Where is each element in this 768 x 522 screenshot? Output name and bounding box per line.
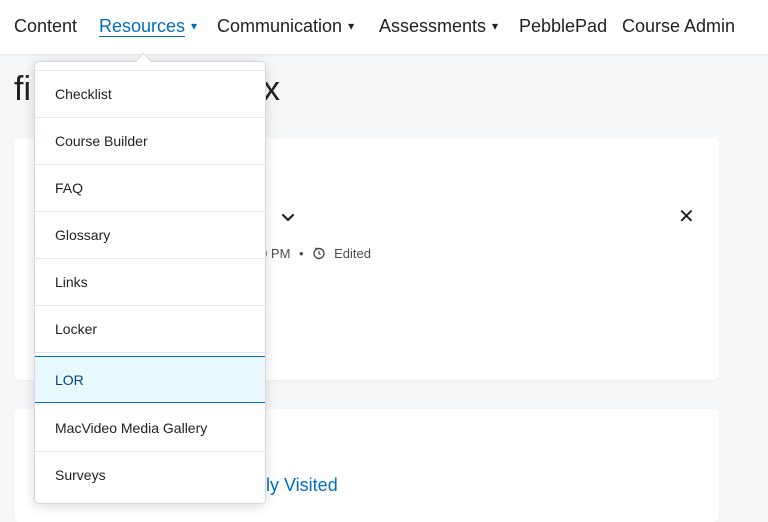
menu-item-lor[interactable]: LOR	[35, 356, 265, 403]
nav-item-course-admin[interactable]: Course Admin	[622, 16, 735, 37]
nav-item-label: Course Admin	[622, 16, 736, 36]
menu-item-locker[interactable]: Locker	[35, 306, 265, 353]
nav-item-resources[interactable]: Resources ▾	[99, 16, 197, 37]
recently-visited-link[interactable]: ly Visited	[266, 475, 338, 496]
edited-label: Edited	[334, 246, 371, 261]
top-nav-bar: Content Resources ▾ Communication ▾ Assess…	[0, 0, 768, 54]
resources-dropdown-menu: Checklist Course Builder FAQ Glossary Li…	[34, 61, 266, 504]
chevron-down-icon[interactable]	[281, 210, 295, 226]
separator: •	[299, 246, 304, 261]
menu-item-label: MacVideo Media Gallery	[55, 420, 208, 436]
menu-item-course-builder[interactable]: Course Builder	[35, 118, 265, 165]
nav-item-label: Content	[14, 16, 78, 36]
nav-item-pebblepad[interactable]: PebblePad	[519, 16, 607, 37]
history-icon	[312, 245, 330, 261]
nav-item-assessments[interactable]: Assessments ▾	[379, 16, 498, 37]
chevron-down-icon: ▾	[191, 19, 198, 33]
chevron-down-icon: ▾	[492, 19, 499, 33]
nav-item-communication[interactable]: Communication ▾	[217, 16, 354, 37]
menu-item-macvideo-media-gallery[interactable]: MacVideo Media Gallery	[35, 405, 265, 452]
menu-item-label: LOR	[55, 372, 84, 388]
menu-item-label: Surveys	[55, 467, 106, 483]
page-title-prefix: fi	[14, 70, 31, 108]
nav-item-label: PebblePad	[519, 16, 608, 36]
menu-item-links[interactable]: Links	[35, 259, 265, 306]
nav-item-label: Assessments	[379, 16, 487, 36]
menu-item-surveys[interactable]: Surveys	[35, 452, 265, 499]
menu-item-label: Glossary	[55, 227, 111, 243]
nav-item-content[interactable]: Content	[14, 16, 77, 37]
menu-item-label: FAQ	[55, 180, 84, 196]
menu-item-faq[interactable]: FAQ	[35, 165, 265, 212]
menu-item-label: Course Builder	[55, 133, 148, 149]
chevron-down-icon: ▾	[348, 19, 355, 33]
menu-item-label: Links	[55, 274, 88, 290]
menu-item-label: Locker	[55, 321, 98, 337]
menu-item-checklist[interactable]: Checklist	[35, 71, 265, 118]
menu-item-label: Checklist	[55, 86, 112, 102]
page-title: fi x	[14, 70, 280, 109]
nav-item-label: Communication	[217, 16, 343, 36]
nav-item-label: Resources	[99, 16, 186, 36]
menu-item-glossary[interactable]: Glossary	[35, 212, 265, 259]
close-icon[interactable]: ✕	[678, 204, 695, 229]
